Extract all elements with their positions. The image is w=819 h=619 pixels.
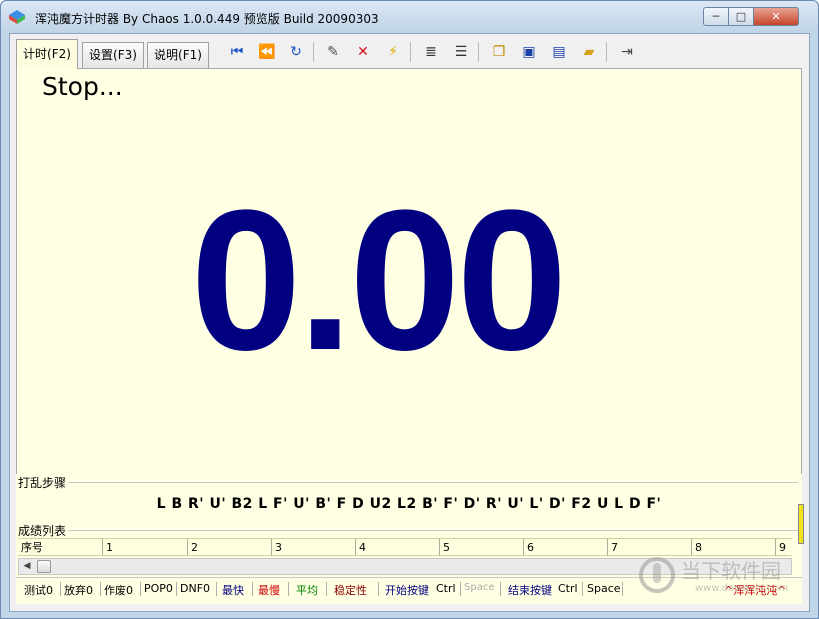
divider: [68, 530, 798, 531]
timer-status: Stop...: [42, 72, 123, 101]
divider: [100, 582, 101, 596]
end-key-label: 结束按键: [508, 584, 552, 597]
scroll-thumb[interactable]: [37, 560, 51, 573]
copy-icon[interactable]: ❐: [490, 43, 508, 61]
maximize-button[interactable]: □: [728, 7, 754, 26]
start-key-space[interactable]: Space: [464, 582, 494, 593]
status-fastest: 最快: [222, 584, 244, 597]
divider: [460, 582, 461, 596]
align-center-icon[interactable]: ≣: [422, 43, 440, 61]
save-as-icon[interactable]: ▤: [550, 43, 568, 61]
results-label: 成绩列表: [18, 522, 67, 539]
header-col-4[interactable]: 4: [355, 539, 439, 556]
edit-icon[interactable]: ✎: [324, 43, 342, 61]
watermark-logo-icon: [639, 557, 675, 593]
header-col-5[interactable]: 5: [439, 539, 523, 556]
scramble-text: L B R' U' B2 L F' U' B' F D U2 L2 B' F' …: [156, 496, 662, 512]
divider: [622, 582, 623, 596]
scroll-left-icon[interactable]: ◀: [19, 559, 35, 574]
divider: [60, 582, 61, 596]
end-key-ctrl[interactable]: Ctrl: [558, 582, 578, 595]
divider: [288, 582, 289, 596]
exit-icon[interactable]: ⇥: [618, 43, 636, 61]
status-tests: 测试0: [24, 584, 53, 597]
first-icon[interactable]: ⏮: [228, 43, 246, 61]
tab-help[interactable]: 说明(F1): [147, 42, 209, 68]
close-button[interactable]: ✕: [753, 7, 799, 26]
rewind-icon[interactable]: ⏪: [258, 43, 276, 61]
save-icon[interactable]: ▣: [520, 43, 538, 61]
divider: [252, 582, 253, 596]
app-logo-icon: [9, 10, 25, 24]
align-justify-icon[interactable]: ☰: [452, 43, 470, 61]
toolbar-separator: [313, 42, 314, 62]
divider: [326, 582, 327, 596]
toolbar-separator: [478, 42, 479, 62]
open-folder-icon[interactable]: ▰: [580, 43, 598, 61]
divider: [140, 582, 141, 596]
header-col-2[interactable]: 2: [187, 539, 271, 556]
timer-panel[interactable]: Stop... 0.00: [16, 68, 802, 508]
status-slowest: 最慢: [258, 584, 280, 597]
watermark: 当下软件园 www.downxia.com: [637, 553, 807, 603]
divider: [582, 582, 583, 596]
tab-settings[interactable]: 设置(F3): [82, 42, 144, 68]
app-window: 浑沌魔方计时器 By Chaos 1.0.0.449 预览版 Build 200…: [0, 0, 819, 619]
watermark-url: www.downxia.com: [695, 583, 789, 594]
status-average: 平均: [296, 584, 318, 597]
scramble-label: 打乱步骤: [18, 474, 67, 491]
divider: [176, 582, 177, 596]
status-stability: 稳定性: [334, 584, 367, 597]
divider: [216, 582, 217, 596]
divider: [500, 582, 501, 596]
header-col-3[interactable]: 3: [271, 539, 355, 556]
status-void: 作废0: [104, 584, 133, 597]
status-pop: POP0: [144, 582, 173, 595]
title-bar[interactable]: 浑沌魔方计时器 By Chaos 1.0.0.449 预览版 Build 200…: [1, 1, 818, 33]
toolbar-separator: [606, 42, 607, 62]
header-col-1[interactable]: 1: [102, 539, 187, 556]
start-key-label: 开始按键: [385, 584, 429, 597]
side-handle[interactable]: [798, 504, 804, 544]
header-index[interactable]: 序号: [18, 539, 102, 556]
header-col-6[interactable]: 6: [523, 539, 607, 556]
divider: [378, 582, 379, 596]
client-area: 计时(F2) 设置(F3) 说明(F1) ⏮ ⏪ ↻ ✎ ✕ ⚡ ≣ ☰ ❐ ▣…: [9, 33, 810, 612]
minimize-button[interactable]: ─: [703, 7, 729, 26]
divider: [68, 482, 798, 483]
watermark-text: 当下软件园: [681, 559, 781, 583]
window-title: 浑沌魔方计时器 By Chaos 1.0.0.449 预览版 Build 200…: [35, 12, 379, 26]
lightning-icon[interactable]: ⚡: [384, 43, 402, 61]
redo-icon[interactable]: ↻: [287, 43, 305, 61]
tab-bar: 计时(F2) 设置(F3) 说明(F1) ⏮ ⏪ ↻ ✎ ✕ ⚡ ≣ ☰ ❐ ▣…: [10, 34, 809, 69]
toolbar-separator: [410, 42, 411, 62]
tab-timer[interactable]: 计时(F2): [16, 39, 78, 69]
timer-display: 0.00: [190, 169, 567, 392]
delete-icon[interactable]: ✕: [354, 43, 372, 61]
end-key-space[interactable]: Space: [587, 582, 621, 595]
start-key-ctrl[interactable]: Ctrl: [436, 582, 456, 595]
status-dnf: DNF0: [180, 582, 211, 595]
status-abandon: 放弃0: [64, 584, 93, 597]
